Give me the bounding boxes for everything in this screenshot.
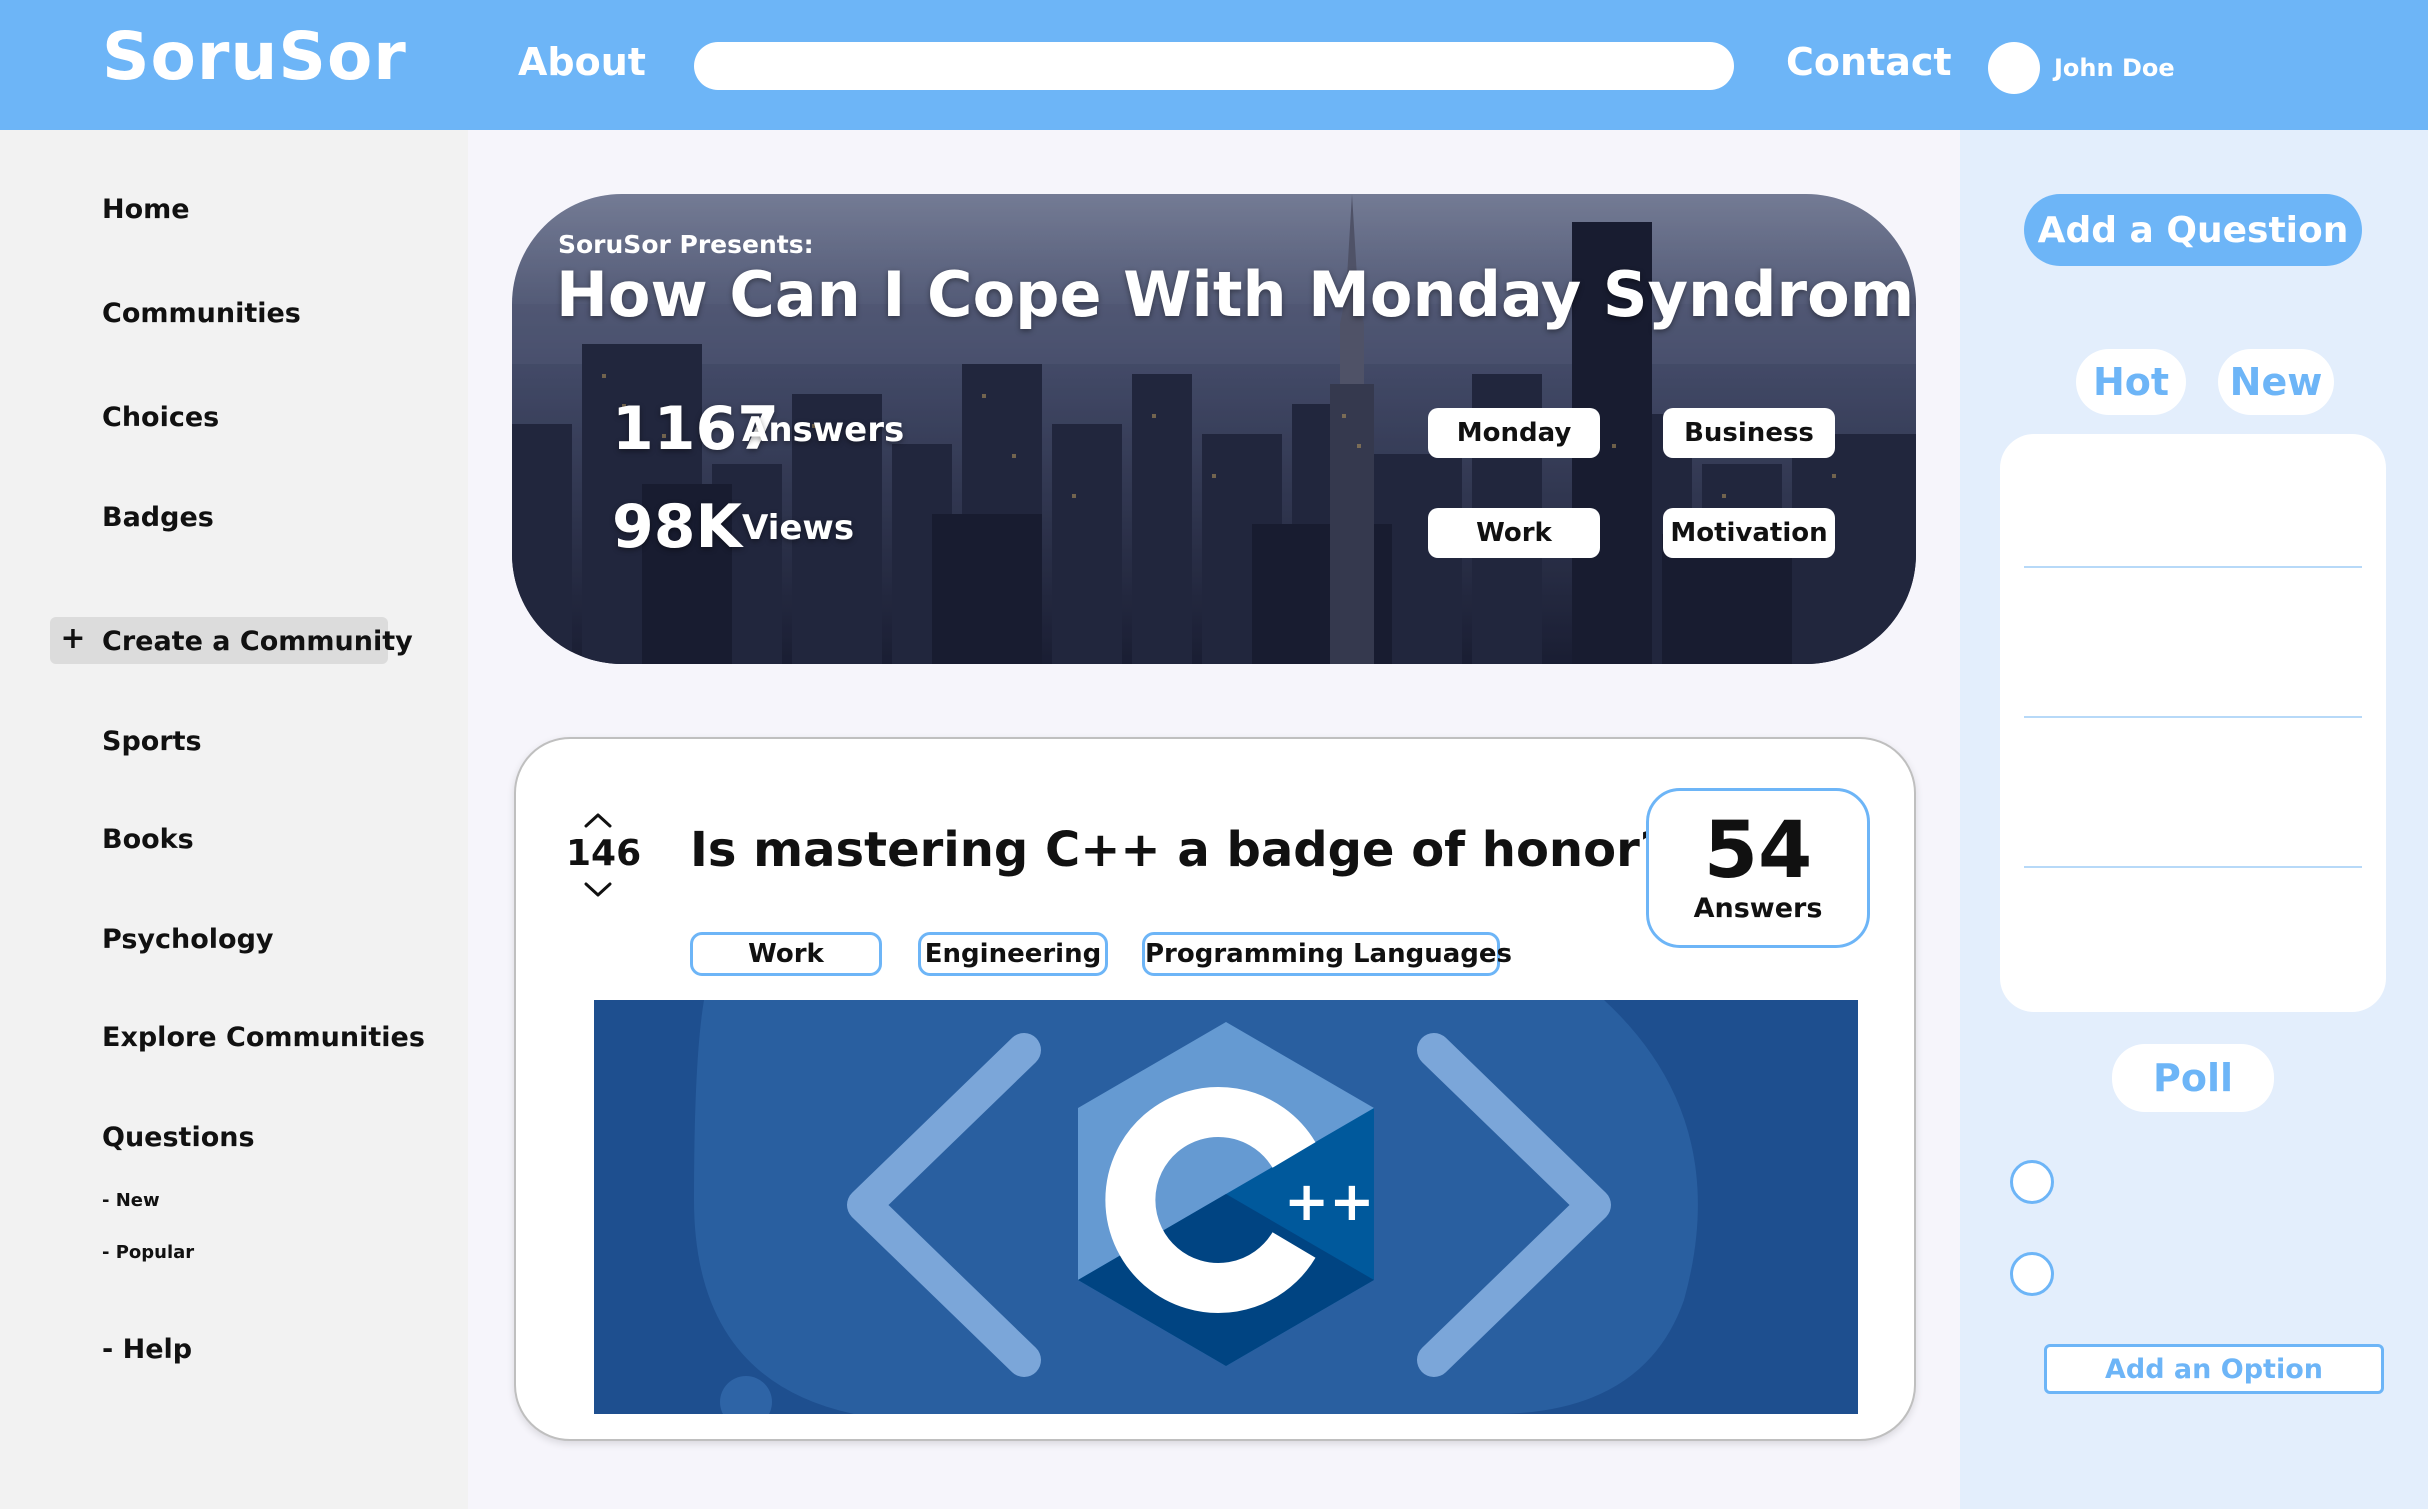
question-tag-engineering[interactable]: Engineering: [918, 932, 1108, 976]
question-image[interactable]: ++: [594, 1000, 1858, 1414]
nav-contact-link[interactable]: Contact: [1786, 40, 1952, 84]
sidebar-item-badges[interactable]: Badges: [102, 502, 214, 533]
feed-list: [2000, 434, 2386, 1012]
feed-divider: [2024, 566, 2362, 568]
top-header: SoruSor About Contact John Doe: [0, 0, 2428, 130]
nav-about-link[interactable]: About: [518, 40, 646, 84]
upvote-icon[interactable]: [580, 810, 616, 832]
sidebar-item-choices[interactable]: Choices: [102, 402, 219, 433]
feed-divider: [2024, 716, 2362, 718]
sidebar-subitem-new[interactable]: - New: [102, 1190, 160, 1211]
sidebar-item-home[interactable]: Home: [102, 194, 190, 225]
question-title[interactable]: Is mastering C++ a badge of honor?: [690, 822, 1668, 878]
answers-label: Answers: [1693, 893, 1823, 924]
featured-question-banner[interactable]: SoruSor Presents: How Can I Cope With Mo…: [512, 194, 1916, 664]
hot-tab[interactable]: Hot: [2076, 349, 2186, 415]
banner-title[interactable]: How Can I Cope With Monday Syndrome?: [556, 258, 1916, 331]
add-question-button[interactable]: Add a Question: [2024, 194, 2362, 266]
sidebar-item-questions[interactable]: Questions: [102, 1122, 255, 1153]
poll-button[interactable]: Poll: [2112, 1044, 2274, 1112]
answers-count-box[interactable]: 54 Answers: [1646, 788, 1870, 948]
downvote-icon[interactable]: [580, 878, 616, 900]
site-logo[interactable]: SoruSor: [102, 18, 407, 95]
banner-tag-motivation[interactable]: Motivation: [1663, 508, 1835, 558]
vote-count: 146: [566, 833, 642, 874]
new-tab[interactable]: New: [2218, 349, 2334, 415]
sidebar-item-psychology[interactable]: Psychology: [102, 924, 274, 955]
avatar[interactable]: [1988, 42, 2040, 94]
banner-tag-work[interactable]: Work: [1428, 508, 1600, 558]
plus-icon: +: [60, 621, 86, 656]
sidebar-item-communities[interactable]: Communities: [102, 298, 301, 329]
question-tag-programming-languages[interactable]: Programming Languages: [1142, 932, 1512, 976]
search-input[interactable]: [694, 42, 1734, 90]
sidebar-item-sports[interactable]: Sports: [102, 726, 202, 757]
banner-tag-monday[interactable]: Monday: [1428, 408, 1600, 458]
sidebar-item-explore-communities[interactable]: Explore Communities: [102, 1022, 425, 1053]
banner-presents-label: SoruSor Presents:: [558, 230, 814, 259]
feed-divider: [2024, 866, 2362, 868]
question-tag-work[interactable]: Work: [690, 932, 882, 976]
create-community-button[interactable]: + Create a Community: [50, 617, 413, 664]
left-sidebar: [0, 130, 468, 1509]
user-name[interactable]: John Doe: [2054, 54, 2175, 82]
poll-option-radio[interactable]: [2010, 1160, 2054, 1204]
banner-views-label: Views: [742, 508, 855, 548]
banner-answers-label: Answers: [742, 410, 905, 450]
sidebar-item-books[interactable]: Books: [102, 824, 194, 855]
cpp-plus-label: ++: [1284, 1170, 1375, 1233]
create-community-label: Create a Community: [102, 626, 413, 657]
poll-option-radio[interactable]: [2010, 1252, 2054, 1296]
answers-count: 54: [1703, 806, 1813, 896]
banner-tag-business[interactable]: Business: [1663, 408, 1835, 458]
sidebar-item-help[interactable]: - Help: [102, 1334, 192, 1365]
sidebar-subitem-popular[interactable]: - Popular: [102, 1242, 194, 1263]
add-option-button[interactable]: Add an Option: [2044, 1344, 2384, 1394]
banner-views-count: 98K: [612, 492, 742, 562]
